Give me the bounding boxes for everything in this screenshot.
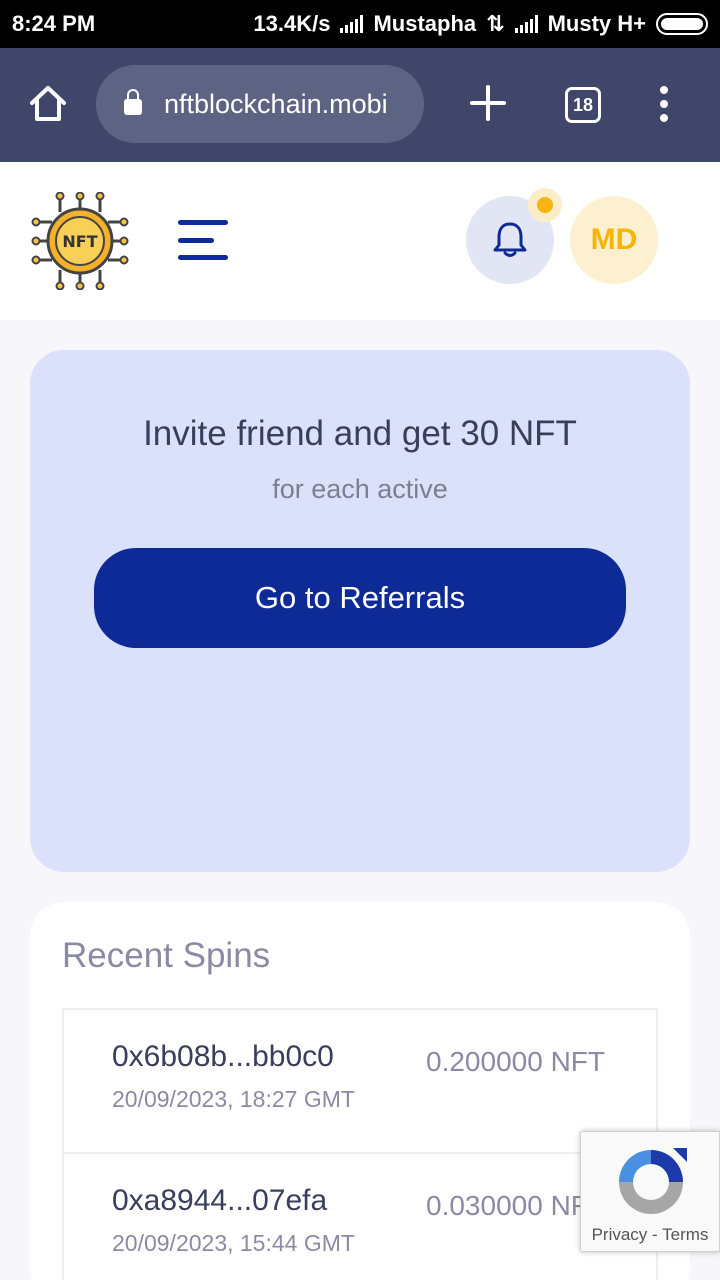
recaptcha-badge[interactable]: Privacy - Terms [580,1131,720,1252]
invite-title: Invite friend and get 30 NFT [143,414,577,453]
avatar-initials: MD [590,223,638,256]
battery-icon [656,13,708,35]
address-bar[interactable]: nftblockchain.mobi [96,65,424,143]
home-icon[interactable] [28,84,68,124]
more-options-icon[interactable] [658,86,670,122]
avatar[interactable]: MD [570,196,658,284]
signal-icon-2 [514,15,538,33]
invite-subtitle: for each active [272,474,448,504]
bell-icon [493,222,527,257]
lock-icon [124,89,142,115]
new-tab-icon[interactable] [468,83,508,123]
notification-dot [528,188,562,222]
privacy-link[interactable]: Privacy [592,1225,648,1244]
spin-row[interactable]: 0xa8944...07efa 20/09/2023, 15:44 GMT 0.… [64,1154,656,1280]
recaptcha-icon [619,1148,687,1214]
browser-toolbar: nftblockchain.mobi 18 [0,48,720,162]
spin-row[interactable]: 0x6b08b...bb0c0 20/09/2023, 18:27 GMT 0.… [64,1010,656,1154]
logo-text: NFT [62,232,97,251]
data-transfer-icon: ⇅ [486,11,505,36]
status-bar: 8:24 PM 13.4K/s Mustapha ⇅ Musty H+ [0,0,720,48]
carrier-name-2: Musty H+ [547,11,646,36]
spin-date: 20/09/2023, 18:27 GMT [112,1086,355,1112]
spin-amount: 0.030000 NFT [426,1190,605,1221]
spin-hash: 0x6b08b...bb0c0 [112,1040,334,1073]
go-to-referrals-button[interactable]: Go to Referrals [94,548,626,648]
tab-count: 18 [572,94,594,115]
spin-amount: 0.200000 NFT [426,1046,605,1077]
status-time: 8:24 PM [12,11,96,36]
hamburger-menu-icon[interactable] [178,216,234,264]
notifications-button[interactable] [466,188,562,284]
app-header: NFT MD [0,162,720,320]
signal-icon [340,15,364,33]
network-speed: 13.4K/s [253,11,331,36]
url-text: nftblockchain.mobi [164,88,388,119]
spin-list: 0x6b08b...bb0c0 20/09/2023, 18:27 GMT 0.… [62,1008,658,1280]
terms-link[interactable]: Terms [662,1225,708,1244]
spin-date: 20/09/2023, 15:44 GMT [112,1230,355,1256]
carrier-name-1: Mustapha [373,11,477,36]
recent-spins-title: Recent Spins [62,936,271,975]
recaptcha-links: Privacy - Terms [581,1225,719,1245]
link-separator: - [652,1225,658,1244]
invite-card: Invite friend and get 30 NFT for each ac… [30,350,690,872]
status-right: 13.4K/s Mustapha ⇅ Musty H+ [253,11,708,37]
tab-switcher-button[interactable]: 18 [565,87,601,123]
spin-hash: 0xa8944...07efa [112,1184,328,1217]
nft-logo[interactable]: NFT [30,192,130,290]
